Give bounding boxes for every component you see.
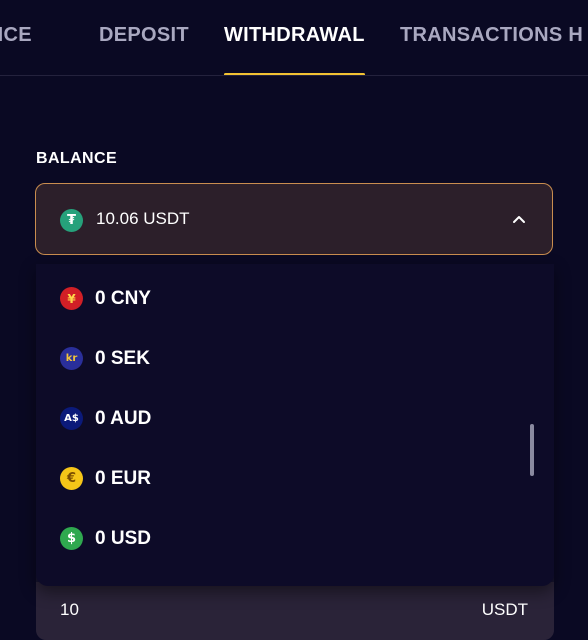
tab-withdrawal[interactable]: WITHDRAWAL: [224, 24, 365, 47]
currency-option-sek[interactable]: kr 0 SEK: [36, 334, 526, 384]
aud-icon: A$: [60, 407, 83, 430]
chevron-up-icon: [513, 216, 525, 223]
tab-transactions-history[interactable]: TRANSACTIONS H: [400, 24, 583, 47]
balance-select[interactable]: ₮ 10.06 USDT: [35, 183, 553, 255]
yuan-icon: ¥: [60, 287, 83, 310]
option-label: 0 AUD: [95, 408, 152, 429]
amount-value: 10: [60, 600, 79, 619]
euro-icon: €: [60, 467, 83, 490]
amount-input[interactable]: 10 USDT: [36, 582, 554, 640]
tab-balance[interactable]: ANCE: [0, 24, 32, 47]
currency-option-eur[interactable]: € 0 EUR: [36, 454, 526, 504]
option-label: 0 USD: [95, 528, 151, 549]
tab-deposit[interactable]: DEPOSIT: [99, 24, 189, 47]
amount-currency: USDT: [481, 600, 528, 619]
tab-bar: ANCE DEPOSIT WITHDRAWAL TRANSACTIONS H: [0, 0, 588, 76]
withdrawal-page: ANCE DEPOSIT WITHDRAWAL TRANSACTIONS H B…: [0, 0, 588, 640]
dropdown-scrollbar[interactable]: [530, 424, 534, 476]
tether-usdt-icon: ₮: [60, 209, 83, 232]
currency-option-cny[interactable]: ¥ 0 CNY: [36, 274, 526, 324]
dollar-icon: $: [60, 527, 83, 550]
active-tab-indicator: [224, 73, 365, 75]
currency-option-usd[interactable]: $ 0 USD: [36, 514, 526, 564]
option-label: 0 CNY: [95, 288, 151, 309]
currency-option-aud[interactable]: A$ 0 AUD: [36, 394, 526, 444]
option-label: 0 EUR: [95, 468, 151, 489]
balance-section-label: BALANCE: [36, 150, 118, 167]
option-label: 0 SEK: [95, 348, 150, 369]
currency-dropdown-list: ¥ 0 CNY kr 0 SEK A$ 0 AUD € 0 EUR $ 0 US…: [36, 264, 554, 586]
selected-balance-text: 10.06 USDT: [96, 209, 190, 228]
krona-icon: kr: [60, 347, 83, 370]
